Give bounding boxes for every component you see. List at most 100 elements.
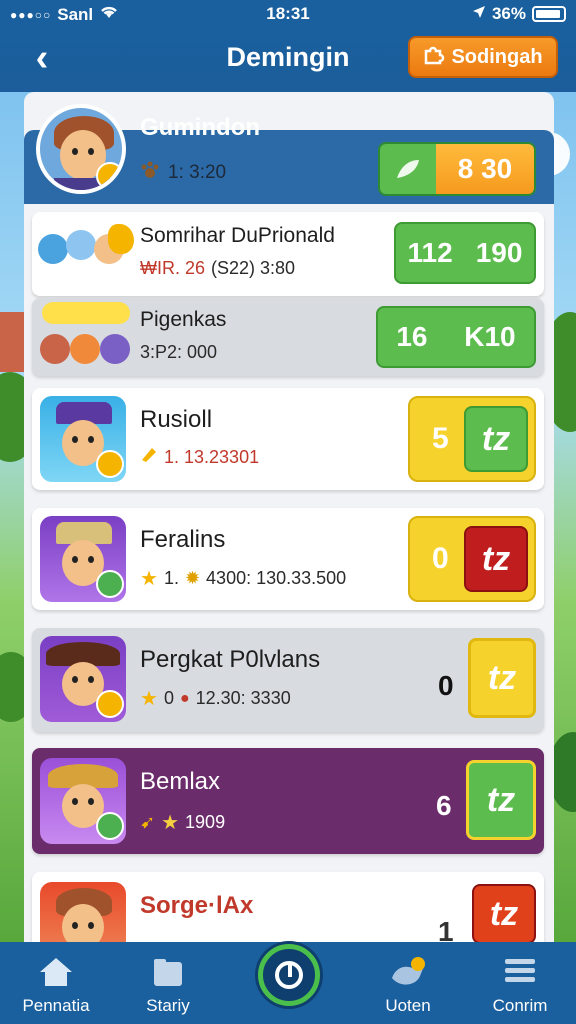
nav-item-home[interactable]: Pennatia	[6, 956, 106, 1016]
row-rank-number: 5	[432, 422, 449, 455]
leaf-icon	[380, 144, 436, 194]
score-b: K10	[464, 321, 516, 352]
nav-label: Pennatia	[22, 996, 90, 1015]
score-box[interactable]: 0 tz	[408, 516, 536, 602]
score-b: 190	[475, 237, 523, 268]
group-avatars	[38, 222, 134, 286]
puzzle-icon	[423, 43, 445, 71]
nav-item-uoten[interactable]: Uoten	[358, 956, 458, 1016]
avatar-eye	[72, 676, 78, 683]
row-title: Rusioll	[140, 406, 213, 433]
row-action-button[interactable]: tz	[466, 760, 536, 840]
nav-label: Stariy	[146, 996, 190, 1015]
row-subtitle: 3:P2: 000	[140, 342, 217, 363]
avatar-eye	[72, 798, 78, 805]
row-title: Bemlax	[140, 768, 221, 795]
star-icon: ★	[140, 688, 158, 710]
center-play-ring	[275, 961, 303, 989]
row-rank-number: 0	[438, 670, 454, 701]
avatar-eye	[72, 556, 78, 563]
row-title: Sorge·lAx	[140, 892, 254, 919]
score-pair[interactable]: 112 190	[394, 222, 536, 284]
avatar-eye	[88, 922, 94, 929]
row-sub-b: 4300: 130.33.500	[206, 568, 347, 588]
avatar-eye	[72, 922, 78, 929]
nav-label: Uoten	[385, 996, 431, 1015]
header-action-button[interactable]: Sodingah	[408, 36, 558, 78]
avatar-face	[62, 904, 104, 942]
score-a: 16	[396, 321, 428, 352]
nav-label: Conrim	[492, 996, 548, 1015]
avatar-mini	[40, 334, 70, 364]
list-item[interactable]: Bemlax ➹ ★ 1909 6 tz	[32, 748, 544, 854]
bottom-nav: Pennatia Stariy Uoten Conrim	[0, 942, 576, 1024]
paw-icon	[140, 160, 160, 186]
star-icon: ★	[161, 812, 180, 834]
bird-small-icon: ➹	[140, 812, 156, 832]
player-avatar	[40, 758, 126, 844]
house	[0, 312, 26, 372]
avatar-eye	[88, 436, 94, 443]
list-item[interactable]: Pigenkas 3:P2: 000 16 K10	[32, 298, 544, 376]
nav-item-stariy[interactable]: Stariy	[118, 956, 218, 1016]
fruit-icon: ●	[179, 689, 190, 707]
avatar-mini	[38, 234, 68, 264]
row-action-button[interactable]: tz	[464, 406, 528, 472]
level-badge-icon	[96, 690, 124, 718]
avatar-eye	[72, 148, 78, 155]
row-sub-a: 1. 13.23301	[164, 447, 260, 467]
row-title: Somrihar DuPrionald	[140, 224, 335, 247]
row-action-button[interactable]: tz	[468, 638, 536, 718]
list-item[interactable]: Sorge·lAx 1 tz	[32, 872, 544, 942]
profile-name: Gumindon	[140, 114, 260, 141]
battery-percent: 36%	[491, 4, 526, 23]
profile-stat: 1: 3:20	[140, 160, 226, 186]
list-item[interactable]: Feralins ★ 1. ✹ 4300: 130.33.500 0 tz	[32, 508, 544, 610]
row-sub-a: 0	[163, 688, 174, 708]
nav-item-conrim[interactable]: Conrim	[470, 956, 570, 1016]
avatar-eye	[88, 556, 94, 563]
avatar-eye	[88, 148, 94, 155]
score-a: 112	[407, 237, 453, 268]
profile-stat-value: 1: 3:20	[168, 162, 227, 183]
star-icon: ★	[140, 568, 158, 590]
player-avatar	[40, 516, 126, 602]
level-badge-icon	[96, 450, 124, 478]
score-box[interactable]: 5 tz	[408, 396, 536, 482]
list-item[interactable]: Rusioll 1. 13.23301 5 tz	[32, 388, 544, 490]
row-rank-number: 6	[436, 790, 452, 821]
menu-icon	[470, 956, 570, 990]
avatar-eye	[88, 676, 94, 683]
profile-avatar[interactable]	[36, 104, 126, 194]
avatar-eye	[72, 436, 78, 443]
profile-score-box[interactable]: 8 30	[378, 142, 536, 196]
row-action-button[interactable]: tz	[472, 884, 536, 942]
row-subtitle: ★ 0 ● 12.30: 3330	[140, 686, 291, 711]
app-header: ‹ Demingin Sodingah	[0, 30, 576, 92]
avatar-mini	[70, 334, 100, 364]
trophy-icon	[108, 224, 134, 254]
row-title: Pigenkas	[140, 308, 227, 331]
status-bar: ●●●○○ Sanl 18:31 36%	[0, 0, 576, 30]
row-rank-number: 0	[432, 542, 449, 575]
avatar-mini	[100, 334, 130, 364]
profile-score-value: 8 30	[436, 144, 534, 194]
row-title: Pergkat P0lvlans	[140, 646, 321, 673]
avatar-eye	[88, 798, 94, 805]
center-play-icon[interactable]	[258, 944, 320, 1006]
bird-icon	[358, 956, 458, 990]
row-action-button[interactable]: tz	[464, 526, 528, 592]
row-rank-number: 1	[438, 916, 454, 942]
row-sub-a: ₩IR. 26	[140, 258, 206, 278]
player-avatar	[40, 396, 126, 482]
level-badge-icon	[96, 812, 124, 840]
row-title: Feralins	[140, 526, 226, 553]
home-icon	[6, 956, 106, 990]
list-item[interactable]: Somrihar DuPrionald ₩IR. 26 (S22) 3:80 1…	[32, 212, 544, 296]
row-sub-a: 1.	[163, 568, 179, 588]
folder-icon	[118, 956, 218, 990]
list-item[interactable]: Pergkat P0lvlans ★ 0 ● 12.30: 3330 0 tz	[32, 628, 544, 732]
group-banner	[42, 302, 130, 324]
score-pair[interactable]: 16 K10	[376, 306, 536, 368]
level-badge-icon	[96, 162, 122, 190]
